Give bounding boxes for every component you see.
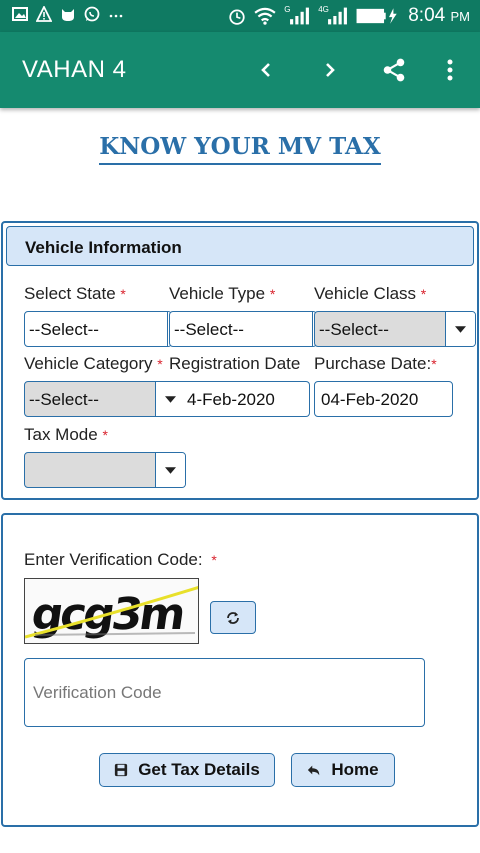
clock: 8:04 PM bbox=[408, 5, 470, 27]
registration-date-value: 4-Feb-2020 bbox=[187, 390, 275, 409]
vehicle-info-heading: Vehicle Information bbox=[6, 226, 474, 266]
vehicle-type-value: --Select-- bbox=[174, 320, 244, 339]
select-state-dropdown[interactable]: --Select-- bbox=[24, 311, 172, 347]
home-button[interactable]: Home bbox=[291, 753, 395, 787]
cat-icon bbox=[62, 9, 74, 21]
share-button[interactable] bbox=[374, 50, 414, 90]
status-left-icons bbox=[12, 6, 124, 22]
vehicle-class-dropdown[interactable]: --Select-- bbox=[314, 311, 476, 347]
vehicle-info-panel: Vehicle Information Select State * Vehic… bbox=[1, 221, 479, 500]
whatsapp-icon bbox=[84, 6, 100, 22]
verification-code-label: Enter Verification Code: * bbox=[24, 550, 217, 570]
purchase-date-input[interactable]: 04-Feb-2020 bbox=[314, 381, 453, 417]
app-bar: VAHAN 4 bbox=[0, 32, 480, 108]
vehicle-class-toggle[interactable] bbox=[445, 312, 475, 346]
vehicle-class-label-text: Vehicle Class bbox=[314, 284, 417, 303]
vehicle-type-label: Vehicle Type * bbox=[169, 284, 275, 304]
vehicle-class-value: --Select-- bbox=[319, 320, 389, 339]
select-state-label: Select State * bbox=[24, 284, 126, 304]
vehicle-category-value: --Select-- bbox=[29, 390, 99, 409]
required-mark: * bbox=[431, 356, 437, 372]
overflow-menu-icon bbox=[447, 59, 453, 81]
vehicle-info-heading-text: Vehicle Information bbox=[25, 238, 182, 257]
vehicle-type-label-text: Vehicle Type bbox=[169, 284, 266, 303]
wifi-icon bbox=[254, 7, 276, 25]
overflow-menu-button[interactable] bbox=[430, 50, 470, 90]
captcha-graphic: gcg3m bbox=[25, 579, 198, 643]
verification-code-placeholder: Verification Code bbox=[33, 683, 162, 702]
vehicle-category-label-text: Vehicle Category bbox=[24, 354, 153, 373]
chevron-left-icon bbox=[261, 63, 270, 77]
alarm-icon bbox=[229, 9, 245, 25]
signal-icon: G bbox=[284, 5, 310, 25]
required-mark: * bbox=[120, 286, 126, 302]
registration-date-label: Registration Date bbox=[169, 354, 300, 374]
verification-code-input[interactable]: Verification Code bbox=[24, 658, 425, 727]
clock-time: 8:04 bbox=[408, 5, 446, 26]
tax-mode-label-text: Tax Mode bbox=[24, 425, 98, 444]
app-title: VAHAN 4 bbox=[22, 56, 127, 83]
required-mark: * bbox=[420, 286, 427, 302]
vehicle-type-dropdown[interactable]: --Select-- bbox=[169, 311, 317, 347]
caret-down-icon bbox=[455, 325, 466, 333]
page-title: KNOW YOUR MV TAX bbox=[0, 133, 480, 165]
caret-down-icon bbox=[165, 395, 176, 403]
signal-4g-icon: 4G bbox=[318, 5, 348, 25]
reply-arrow-icon bbox=[308, 765, 320, 776]
warning-icon bbox=[36, 6, 52, 22]
status-right-icons: G 4G 8:04 PM bbox=[228, 5, 470, 27]
battery-charging-icon bbox=[356, 8, 397, 24]
required-mark: * bbox=[269, 286, 276, 302]
vehicle-class-label: Vehicle Class * bbox=[314, 284, 426, 304]
tax-mode-dropdown[interactable] bbox=[24, 452, 186, 488]
refresh-icon bbox=[227, 611, 239, 624]
back-button[interactable] bbox=[246, 50, 286, 90]
verification-panel: Enter Verification Code: * gcg3m Verific… bbox=[1, 513, 479, 827]
page-title-text: KNOW YOUR MV TAX bbox=[99, 133, 381, 165]
required-mark: * bbox=[211, 552, 217, 568]
save-icon bbox=[115, 763, 128, 777]
get-tax-details-button[interactable]: Get Tax Details bbox=[99, 753, 275, 787]
share-icon bbox=[383, 58, 405, 82]
get-tax-details-label: Get Tax Details bbox=[138, 760, 260, 779]
required-mark: * bbox=[102, 427, 108, 443]
gallery-icon bbox=[12, 7, 28, 21]
registration-date-label-text: Registration Date bbox=[169, 354, 301, 373]
status-bar: G 4G 8:04 PM bbox=[0, 0, 480, 32]
refresh-captcha-button[interactable] bbox=[210, 601, 256, 634]
tax-mode-toggle[interactable] bbox=[155, 453, 185, 487]
chevron-right-icon bbox=[326, 63, 335, 77]
caret-down-icon bbox=[165, 466, 176, 474]
home-label: Home bbox=[331, 760, 379, 779]
more-dots-icon bbox=[109, 14, 123, 18]
select-state-value: --Select-- bbox=[29, 320, 99, 339]
captcha-image: gcg3m bbox=[24, 578, 199, 644]
required-mark: * bbox=[157, 356, 163, 372]
forward-button[interactable] bbox=[310, 50, 350, 90]
registration-date-input[interactable]: 4-Feb-2020 bbox=[181, 381, 310, 417]
select-state-label-text: Select State bbox=[24, 284, 116, 303]
vehicle-category-dropdown[interactable]: --Select-- bbox=[24, 381, 186, 417]
tax-mode-label: Tax Mode * bbox=[24, 425, 108, 445]
purchase-date-value: 04-Feb-2020 bbox=[321, 390, 419, 409]
purchase-date-label-text: Purchase Date: bbox=[314, 354, 432, 373]
purchase-date-label: Purchase Date:* bbox=[314, 354, 437, 374]
clock-ampm: PM bbox=[450, 9, 471, 24]
vehicle-category-label: Vehicle Category * bbox=[24, 354, 163, 374]
verification-code-label-text: Enter Verification Code: bbox=[24, 550, 203, 569]
